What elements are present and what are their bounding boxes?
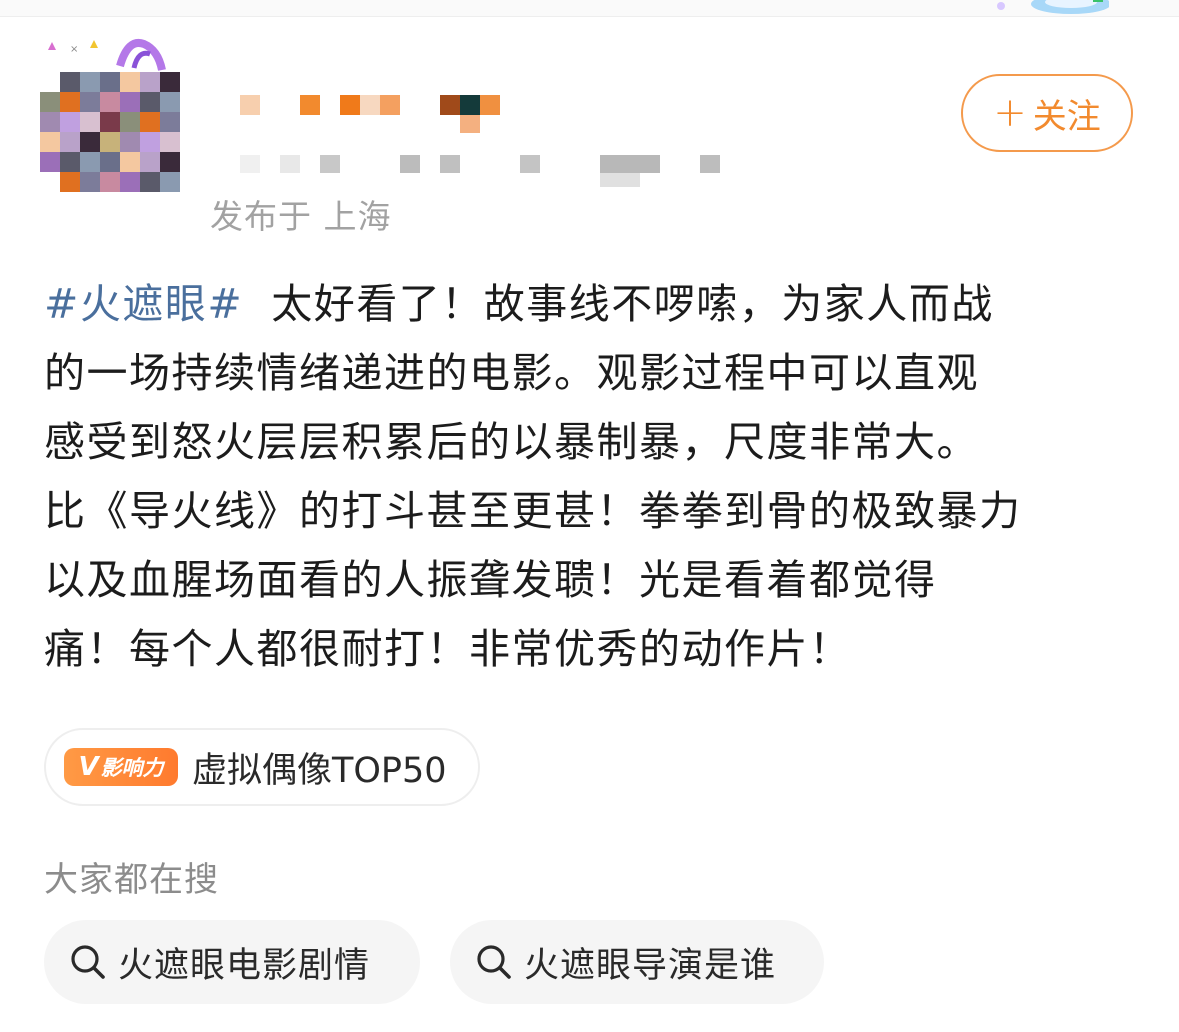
avatar-frame-decoration-icon: × <box>48 39 166 71</box>
post-line: 比《导火线》的打斗甚至更甚！拳拳到骨的极致暴力 <box>44 487 1022 535</box>
hashtag-link[interactable]: #火遮眼# <box>44 280 243 328</box>
search-suggestion-chip[interactable]: 火遮眼导演是谁 <box>450 920 824 1004</box>
decoration-icon <box>997 0 1109 14</box>
search-suggestion-chip[interactable]: 火遮眼电影剧情 <box>44 920 420 1004</box>
post-line: #火遮眼# 太好看了！故事线不啰嗦，为家人而战 <box>44 280 994 328</box>
influence-label: 虚拟偶像TOP50 <box>192 750 447 791</box>
avatar[interactable] <box>40 72 180 194</box>
follow-button[interactable]: + 关注 <box>961 74 1133 152</box>
post-line: 感受到怒火层层积累后的以暴制暴，尺度非常大。 <box>44 418 979 466</box>
influence-tag[interactable]: V 影响力 虚拟偶像TOP50 <box>44 728 480 806</box>
post-line: 痛！每个人都很耐打！非常优秀的动作片！ <box>44 625 852 673</box>
influence-badge: V 影响力 <box>64 748 178 786</box>
post-line: 以及血腥场面看的人振聋发聩！光是看着都觉得 <box>44 556 937 604</box>
top-divider <box>0 0 1179 17</box>
post-body: #火遮眼# 太好看了！故事线不啰嗦，为家人而战 的一场持续情绪递进的电影。观影过程… <box>44 270 1144 684</box>
follow-label: 关注 <box>1032 96 1101 137</box>
search-heading: 大家都在搜 <box>44 860 219 900</box>
search-icon <box>477 945 511 979</box>
username-obscured[interactable] <box>240 90 740 187</box>
post-location: 发布于 上海 <box>210 197 392 236</box>
search-icon <box>71 945 105 979</box>
plus-icon: + <box>993 90 1027 136</box>
post-line: 的一场持续情绪递进的电影。观影过程中可以直观 <box>44 349 979 397</box>
svg-text:×: × <box>70 44 78 55</box>
